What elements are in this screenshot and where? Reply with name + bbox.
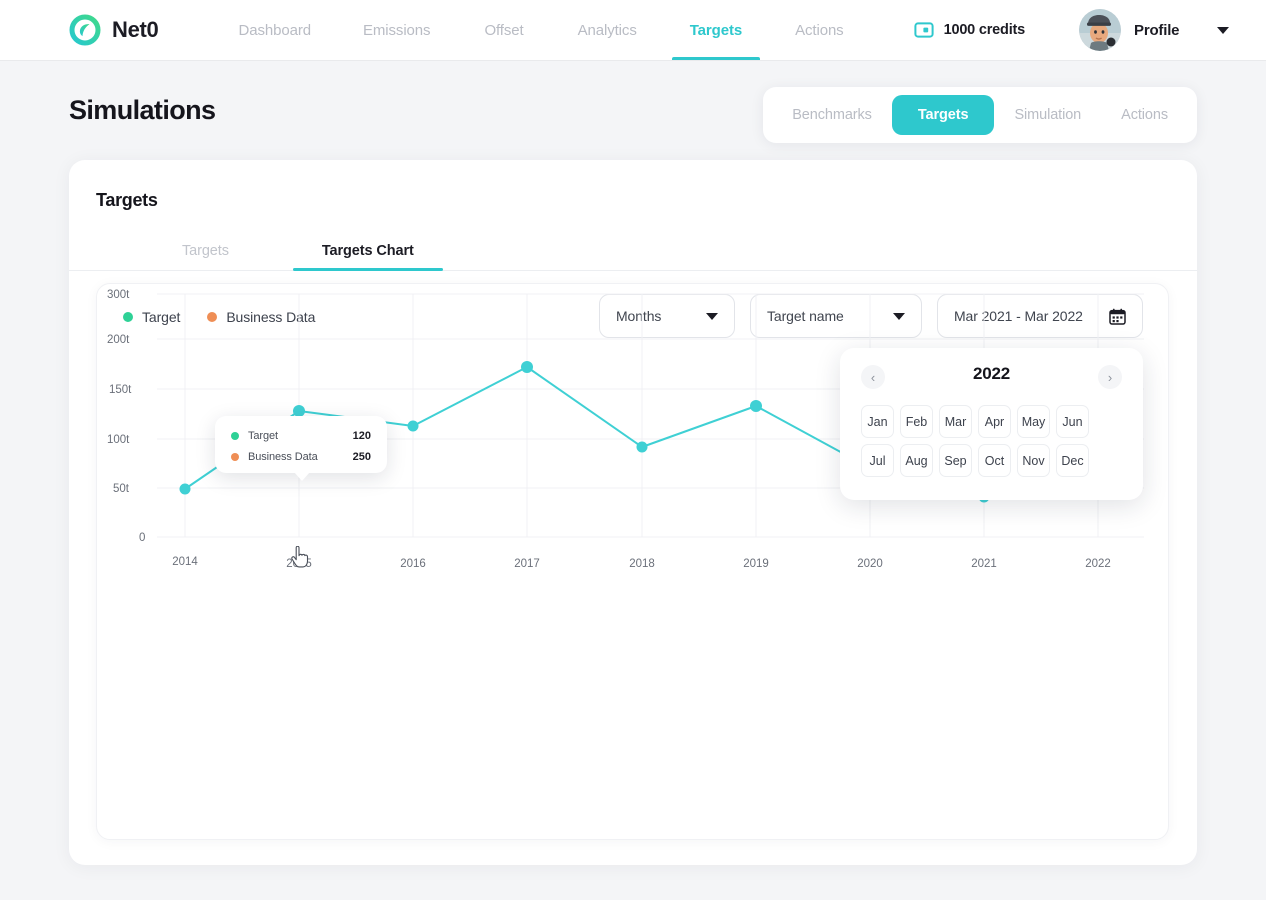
svg-text:50t: 50t (113, 483, 130, 495)
section-segmented-control: Benchmarks Targets Simulation Actions (763, 87, 1197, 143)
svg-text:2021: 2021 (971, 558, 997, 570)
svg-text:2017: 2017 (514, 558, 540, 570)
tooltip-value-business-data: 250 (352, 450, 371, 463)
month-option-jun[interactable]: Jun (1056, 405, 1089, 438)
chevron-right-icon[interactable]: › (1098, 365, 1122, 389)
svg-text:200t: 200t (107, 334, 130, 346)
chart-tooltip: Target 120 Business Data 250 (215, 416, 387, 481)
tooltip-label-target: Target (248, 429, 278, 442)
month-picker-grid: Jan Feb Mar Apr May Jun Jul Aug Sep Oct … (861, 405, 1123, 477)
month-option-feb[interactable]: Feb (900, 405, 933, 438)
brand-logo[interactable]: Net0 (69, 14, 159, 46)
app-page: Net0 Dashboard Emissions Offset Analytic… (0, 0, 1266, 900)
svg-text:300t: 300t (107, 289, 130, 301)
page-header: Simulations Benchmarks Targets Simulatio… (0, 60, 1266, 160)
svg-text:2019: 2019 (743, 558, 769, 570)
month-option-apr[interactable]: Apr (978, 405, 1011, 438)
credits-indicator[interactable]: 1000 credits (913, 20, 1026, 40)
profile-label: Profile (1134, 21, 1180, 39)
month-option-dec[interactable]: Dec (1056, 444, 1089, 477)
svg-text:2014: 2014 (172, 556, 198, 568)
tooltip-label-business-data: Business Data (248, 450, 318, 463)
svg-text:2016: 2016 (400, 558, 426, 570)
tab-targets-chart[interactable]: Targets Chart (292, 243, 443, 271)
user-avatar (1079, 9, 1122, 51)
nav-item-emissions[interactable]: Emissions (363, 0, 431, 60)
nav-item-offset[interactable]: Offset (484, 0, 523, 60)
svg-text:100t: 100t (107, 434, 130, 446)
tooltip-row-target: Target 120 (215, 425, 387, 446)
net0-leaf-circle-logo-icon (69, 14, 101, 46)
targets-card: Targets Targets Targets Chart Target Bus… (69, 160, 1197, 865)
x-axis-labels: 2014 2015 2016 2017 2018 2019 2020 2021 … (172, 556, 1111, 570)
tooltip-dot-business-data (231, 452, 239, 461)
nav-links: Dashboard Emissions Offset Analytics Tar… (239, 0, 844, 60)
card-title: Targets (96, 190, 158, 210)
credits-card-icon (913, 20, 934, 40)
segment-simulation[interactable]: Simulation (994, 95, 1101, 135)
tooltip-dot-target (231, 431, 239, 440)
month-option-oct[interactable]: Oct (978, 444, 1011, 477)
month-option-sep[interactable]: Sep (939, 444, 972, 477)
top-navigation-bar: Net0 Dashboard Emissions Offset Analytic… (0, 0, 1266, 60)
credits-label: 1000 credits (943, 22, 1026, 38)
segment-targets[interactable]: Targets (891, 95, 995, 135)
tab-targets[interactable]: Targets (182, 243, 229, 270)
y-axis-labels: 300t 200t 150t 100t 50t 0 (107, 289, 145, 544)
card-tabs: Targets Targets Chart (69, 232, 1197, 271)
month-option-may[interactable]: May (1017, 405, 1050, 438)
month-option-jul[interactable]: Jul (861, 444, 894, 477)
nav-item-actions[interactable]: Actions (795, 0, 844, 60)
nav-item-dashboard[interactable]: Dashboard (239, 0, 312, 60)
svg-text:2018: 2018 (629, 558, 655, 570)
svg-text:0: 0 (139, 532, 145, 544)
nav-item-analytics[interactable]: Analytics (578, 0, 637, 60)
segment-benchmarks[interactable]: Benchmarks (772, 95, 892, 135)
svg-text:150t: 150t (109, 384, 132, 396)
month-option-jan[interactable]: Jan (861, 405, 894, 438)
month-option-aug[interactable]: Aug (900, 444, 933, 477)
month-option-mar[interactable]: Mar (939, 405, 972, 438)
month-picker-header: ‹ 2022 › (840, 348, 1143, 402)
profile-menu[interactable]: Profile (1079, 9, 1230, 51)
tooltip-row-business-data: Business Data 250 (215, 446, 387, 467)
nav-item-targets[interactable]: Targets (671, 0, 761, 60)
month-option-nov[interactable]: Nov (1017, 444, 1050, 477)
chevron-down-icon[interactable] (1217, 26, 1230, 34)
mouse-pointer-icon (291, 545, 309, 573)
brand-name: Net0 (112, 17, 159, 42)
page-title: Simulations (69, 95, 216, 125)
month-picker-popup: ‹ 2022 › Jan Feb Mar Apr May Jun Jul Aug… (840, 348, 1143, 500)
tooltip-value-target: 120 (352, 429, 371, 442)
segment-actions[interactable]: Actions (1101, 95, 1188, 135)
svg-text:2020: 2020 (857, 558, 883, 570)
svg-text:2022: 2022 (1085, 558, 1111, 570)
